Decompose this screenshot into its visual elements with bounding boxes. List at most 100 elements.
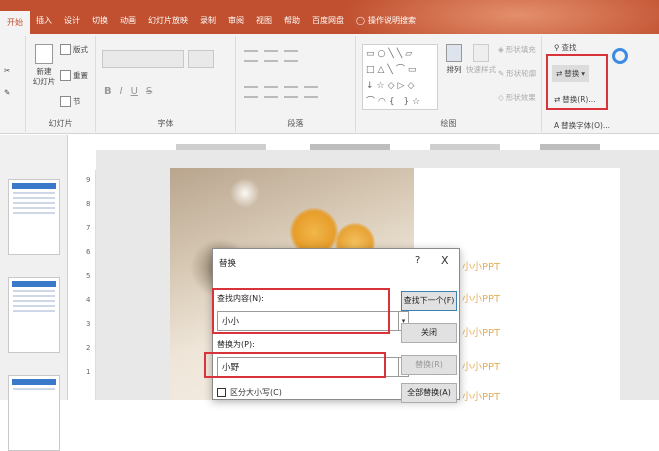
layout-icon [60,44,71,55]
find-label: 查找 [561,43,577,52]
slide-thumbnail[interactable] [8,375,60,451]
shape-fill-label: 形状填充 [505,45,536,54]
new-slide-button[interactable]: 新建 幻灯片 [30,44,58,87]
tab-home[interactable]: 开始 [0,11,30,34]
ruler-number: 3 [86,320,91,328]
find-button[interactable]: ⚲ 查找 [554,42,577,53]
arrange-icon [446,44,462,62]
slide-text[interactable]: 小小PPT [462,324,500,339]
dialog-title: 替换 [219,259,237,269]
help-button[interactable]: ? [415,255,420,266]
replace-highlight-box [546,54,608,110]
slides-group-label: 幻灯片 [48,119,73,128]
slide-thumbnail[interactable] [8,277,60,353]
replace-fonts-menu-item[interactable]: A 替换字体(O)... [554,120,610,131]
tab-review[interactable]: 审阅 [222,11,250,31]
new-slide-label: 新建 幻灯片 [32,67,56,86]
ruler-number: 6 [86,248,91,256]
tell-me-label: 操作说明搜索 [367,16,416,25]
shapes-gallery[interactable]: ▭○╲╲▱ □△╲⌒▭ ↓☆◇▷◇ ⌒◠{ }☆ [362,44,438,110]
slide-text[interactable]: 小小PPT [462,388,500,403]
tab-animations[interactable]: 动画 [114,11,142,31]
replace-all-button[interactable]: 全部替换(A) [401,383,457,403]
effects-icon: ◇ [498,93,504,102]
close-icon[interactable]: X [441,254,449,267]
new-slide-icon [35,44,53,64]
font-size-box[interactable] [188,50,214,68]
tab-baidu-netdisk[interactable]: 百度网盘 [306,11,350,31]
match-case-checkbox[interactable]: 区分大小写(C) [217,387,282,398]
tab-design[interactable]: 设计 [58,11,86,31]
align-buttons [244,86,318,98]
justify-icon[interactable] [304,86,318,98]
tell-me-search[interactable]: ◯ 操作说明搜索 [350,11,422,31]
underline-button[interactable]: U [131,86,138,97]
slide-text[interactable]: 小小PPT [462,258,500,273]
bullets-icon[interactable] [244,50,258,62]
lightbulb-icon: ◯ [356,16,365,25]
quick-styles-icon [473,44,489,62]
align-center-icon[interactable] [264,86,278,98]
vertical-ruler: 9 8 7 6 5 4 3 2 1 [84,170,96,400]
replace-fonts-label: 替换字体(O)... [561,121,611,130]
bold-button[interactable]: B [104,86,112,97]
numbering-icon[interactable] [264,50,278,62]
slide-text[interactable]: 小小PPT [462,290,500,305]
match-case-label: 区分大小写(C) [230,388,282,397]
slide-thumbnail[interactable] [8,179,60,255]
paragraph-group: 段落 [236,36,356,132]
shape-outline-button[interactable]: ✎ 形状轮廓 [498,68,536,79]
quick-styles-button[interactable]: 快速样式 [466,44,496,75]
checkbox-box [217,388,226,397]
tab-record[interactable]: 录制 [194,11,222,31]
reset-button[interactable]: 重置 [60,70,88,81]
close-button[interactable]: 关闭 [401,323,457,343]
find-next-button[interactable]: 查找下一个(F) [401,291,457,311]
strikethrough-button[interactable]: S [146,86,152,97]
tab-view[interactable]: 视图 [250,11,278,31]
italic-button[interactable]: I [120,86,123,97]
layout-label: 版式 [73,45,88,54]
drawing-group: ▭○╲╲▱ □△╲⌒▭ ↓☆◇▷◇ ⌒◠{ }☆ 排列 快速样式 ◈ 形状填充 ✎ 形状轮… [356,36,542,132]
replace-button[interactable]: 替换(R) [401,355,457,375]
paint-bucket-icon: ◈ [498,45,504,54]
clipboard-group: ✂ ✎ [0,36,26,132]
slide-text[interactable]: 小小PPT [462,358,500,373]
ruler-number: 8 [86,200,91,208]
tab-transitions[interactable]: 切换 [86,11,114,31]
tab-slideshow[interactable]: 幻灯片放映 [142,11,194,31]
slide-thumbnail-pane [0,135,68,451]
align-left-icon[interactable] [244,86,258,98]
slides-group: 新建 幻灯片 版式 重置 节 幻灯片 [26,36,96,132]
cut-icon[interactable]: ✂ [4,66,10,75]
baidu-netdisk-icon[interactable] [612,48,628,64]
section-label: 节 [73,97,81,106]
tab-help[interactable]: 帮助 [278,11,306,31]
align-right-icon[interactable] [284,86,298,98]
shape-outline-label: 形状轮廓 [506,69,537,78]
drawing-group-label: 绘图 [440,119,457,128]
font-name-box[interactable] [102,50,184,68]
format-painter-icon[interactable]: ✎ [4,88,10,97]
shape-effects-button[interactable]: ◇ 形状效果 [498,92,536,103]
title-bar: 开始 插入 设计 切换 动画 幻灯片放映 录制 审阅 视图 帮助 百度网盘 ◯ … [0,0,659,34]
shape-fill-button[interactable]: ◈ 形状填充 [498,44,536,55]
ruler-number: 9 [86,176,91,184]
ruler-number: 4 [86,296,91,304]
ruler-number: 1 [86,368,91,376]
tab-insert[interactable]: 插入 [30,11,58,31]
flower-shape [230,178,260,208]
find-highlight-box [212,288,390,334]
font-group-label: 字体 [157,119,174,128]
font-replace-icon: A [554,121,560,130]
arrange-label: 排列 [446,65,462,74]
section-button[interactable]: 节 [60,96,81,107]
arrange-button[interactable]: 排列 [442,44,466,75]
magnifier-icon: ⚲ [554,43,560,52]
section-icon [60,96,71,107]
ruler-number: 7 [86,224,91,232]
ribbon-tabs: 开始 插入 设计 切换 动画 幻灯片放映 录制 审阅 视图 帮助 百度网盘 ◯ … [0,8,422,34]
indent-icon[interactable] [284,50,298,62]
layout-button[interactable]: 版式 [60,44,88,55]
font-group: B I U S 字体 [96,36,236,132]
